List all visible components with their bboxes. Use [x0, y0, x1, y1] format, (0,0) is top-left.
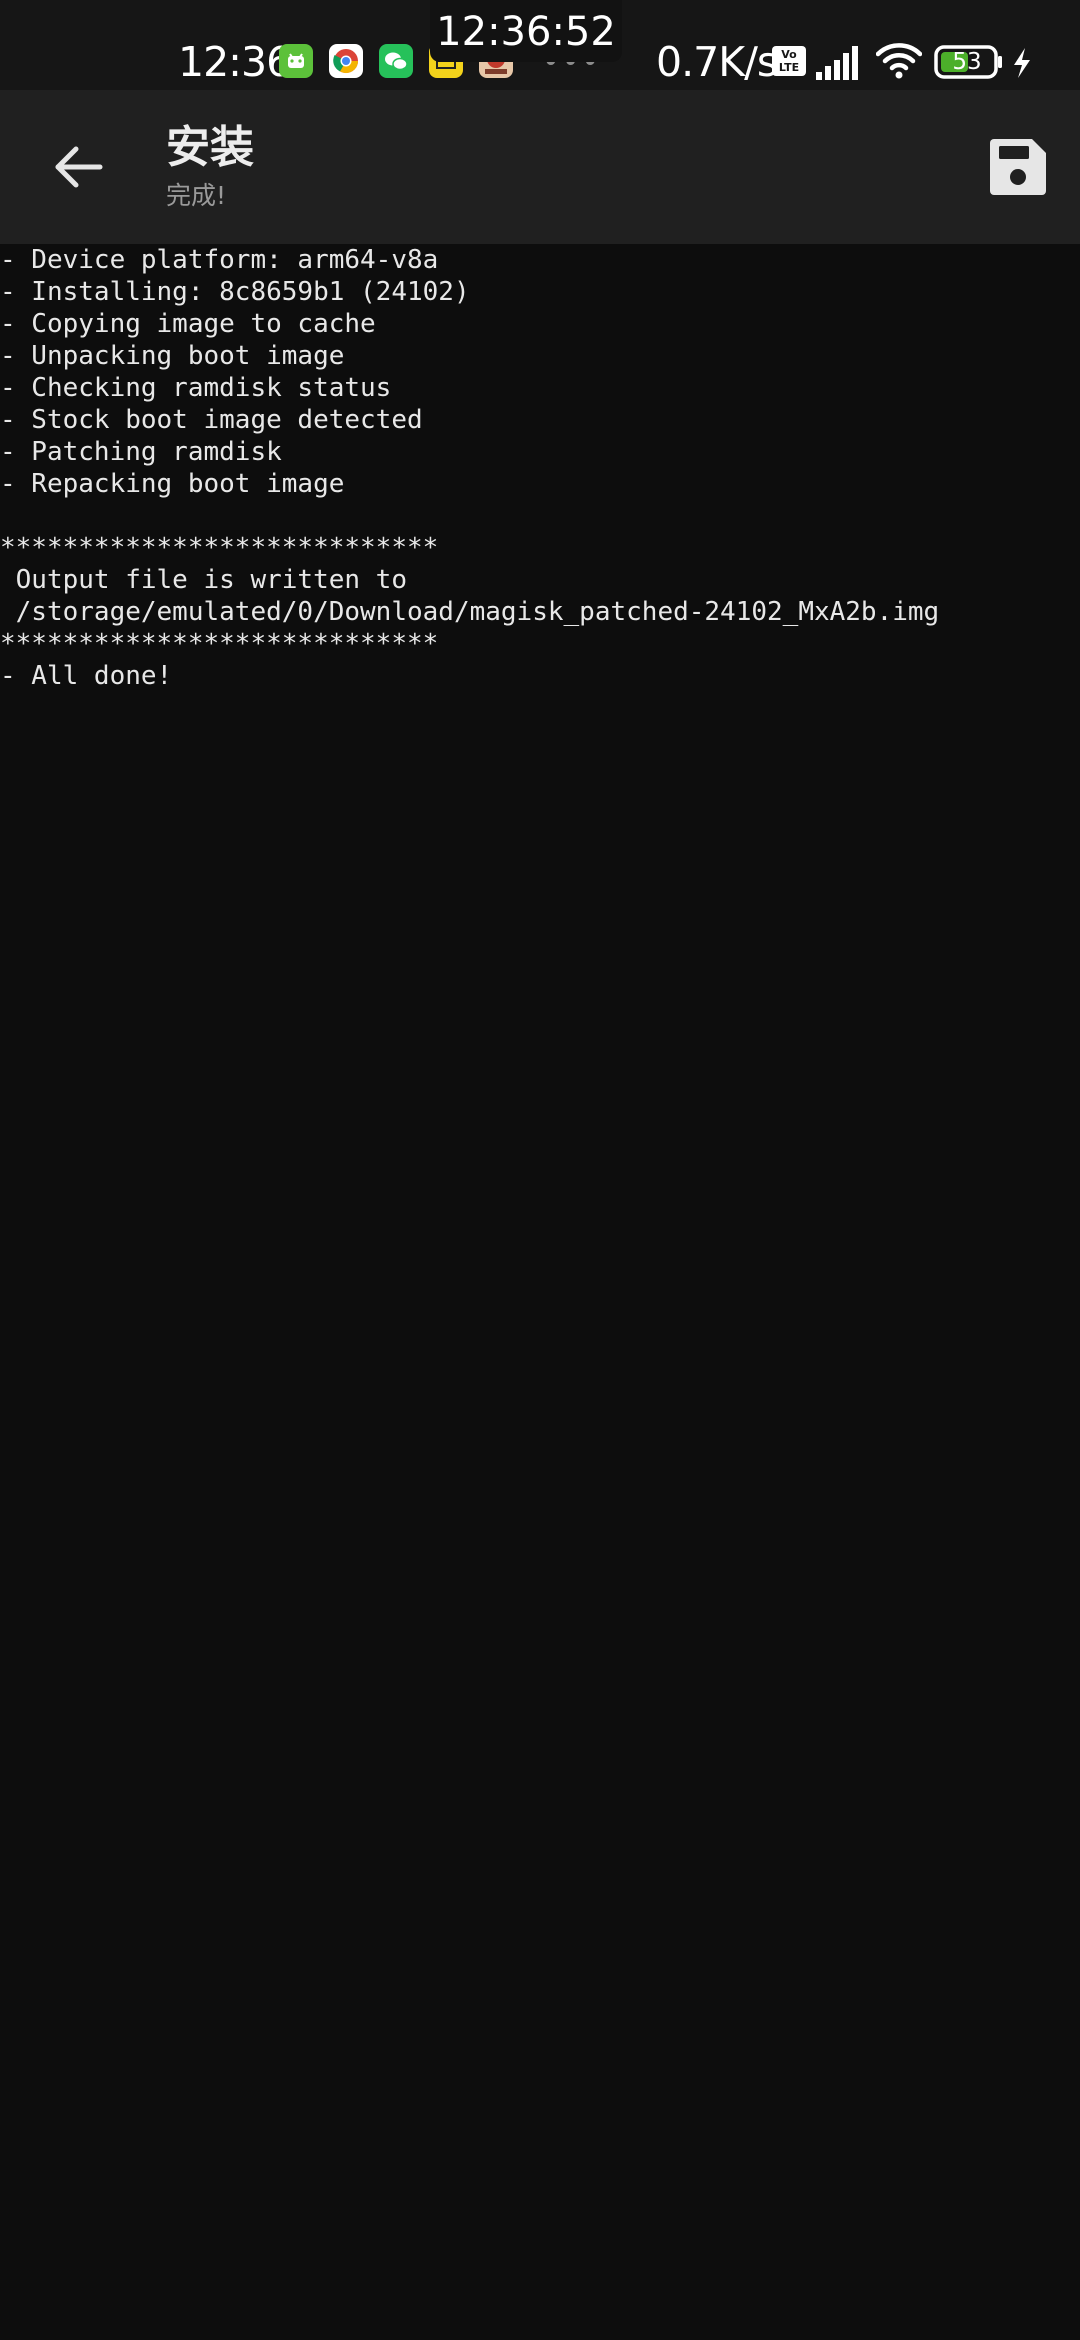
console-line: - Unpacking boot image — [0, 341, 345, 371]
console-line: - Device platform: arm64-v8a — [0, 245, 439, 275]
console-line: /storage/emulated/0/Download/magisk_patc… — [0, 597, 940, 627]
console-output: - Device platform: arm64-v8a - Installin… — [0, 244, 1080, 2340]
volte-icon: Vo LTE — [772, 46, 806, 76]
console-line: **************************** — [0, 629, 439, 659]
console-line: - Stock boot image detected — [0, 405, 423, 435]
console-line: - Checking ramdisk status — [0, 373, 392, 403]
console-line: **************************** — [0, 533, 439, 563]
wechat-icon — [379, 44, 413, 78]
battery-level: 53 — [952, 49, 982, 75]
console-line: - Repacking boot image — [0, 469, 345, 499]
save-icon — [990, 139, 1046, 195]
volte-label-bottom: LTE — [778, 61, 800, 74]
console-line: - Installing: 8c8659b1 (24102) — [0, 277, 470, 307]
console-line: - Copying image to cache — [0, 309, 376, 339]
status-bar: 12:36 ••• 12:36:52 0.7K/s Vo LTE 53 — [0, 0, 1080, 90]
status-time: 12:36 — [178, 38, 292, 86]
page-title: 安装 — [166, 122, 254, 173]
wifi-icon — [876, 43, 922, 79]
cell-signal-icon — [816, 46, 858, 80]
android-icon — [279, 44, 313, 78]
charging-bolt-icon — [1014, 48, 1030, 78]
console-line: - All done! — [0, 661, 173, 691]
chrome-icon — [329, 44, 363, 78]
back-button[interactable] — [26, 115, 130, 219]
page-subtitle: 完成! — [166, 181, 227, 210]
arrow-left-icon — [55, 146, 103, 188]
clock-overlay-time: 12:36:52 — [436, 9, 616, 55]
network-speed: 0.7K/s — [656, 38, 778, 86]
volte-label-top: Vo — [781, 48, 797, 61]
console-line: - Patching ramdisk — [0, 437, 282, 467]
console-line: Output file is written to — [0, 565, 407, 595]
toolbar: 安装 完成! — [0, 90, 1080, 244]
save-log-button[interactable] — [966, 115, 1070, 219]
clock-overlay: 12:36:52 — [430, 0, 622, 62]
screen: 12:36 ••• 12:36:52 0.7K/s Vo LTE 53 安装 完… — [0, 0, 1080, 2340]
